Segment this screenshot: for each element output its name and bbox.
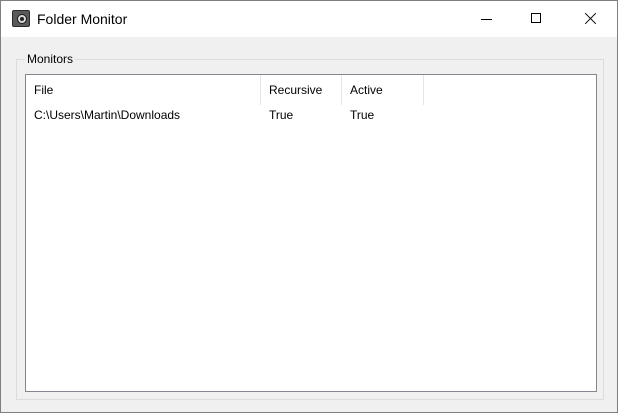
maximize-icon — [531, 13, 541, 23]
list-item-recursive: True — [269, 108, 294, 122]
monitors-group-label: Monitors — [25, 51, 76, 67]
list-item[interactable]: C:\Users\Martin\Downloads True True — [26, 105, 596, 125]
minimize-button[interactable] — [464, 1, 510, 37]
camera-eye-icon[interactable] — [12, 10, 30, 27]
minimize-icon — [481, 19, 492, 20]
list-item-active: True — [350, 108, 375, 122]
close-icon — [584, 12, 597, 25]
maximize-button[interactable] — [514, 1, 560, 37]
window-title: Folder Monitor — [37, 11, 128, 27]
column-header-active[interactable]: Active — [342, 75, 424, 105]
monitors-listview[interactable]: File Recursive Active C:\Users\Martin\Do… — [25, 74, 597, 392]
column-header-file[interactable]: File — [26, 75, 261, 105]
folder-monitor-window: Folder Monitor Monitors File Recursive A… — [0, 0, 618, 413]
column-header-recursive[interactable]: Recursive — [261, 75, 342, 105]
app-icon-pupil — [20, 17, 24, 21]
title-bar[interactable]: Folder Monitor — [1, 1, 617, 37]
list-item-file: C:\Users\Martin\Downloads — [34, 108, 181, 122]
close-button[interactable] — [567, 1, 613, 37]
listview-header: File Recursive Active — [26, 75, 596, 105]
